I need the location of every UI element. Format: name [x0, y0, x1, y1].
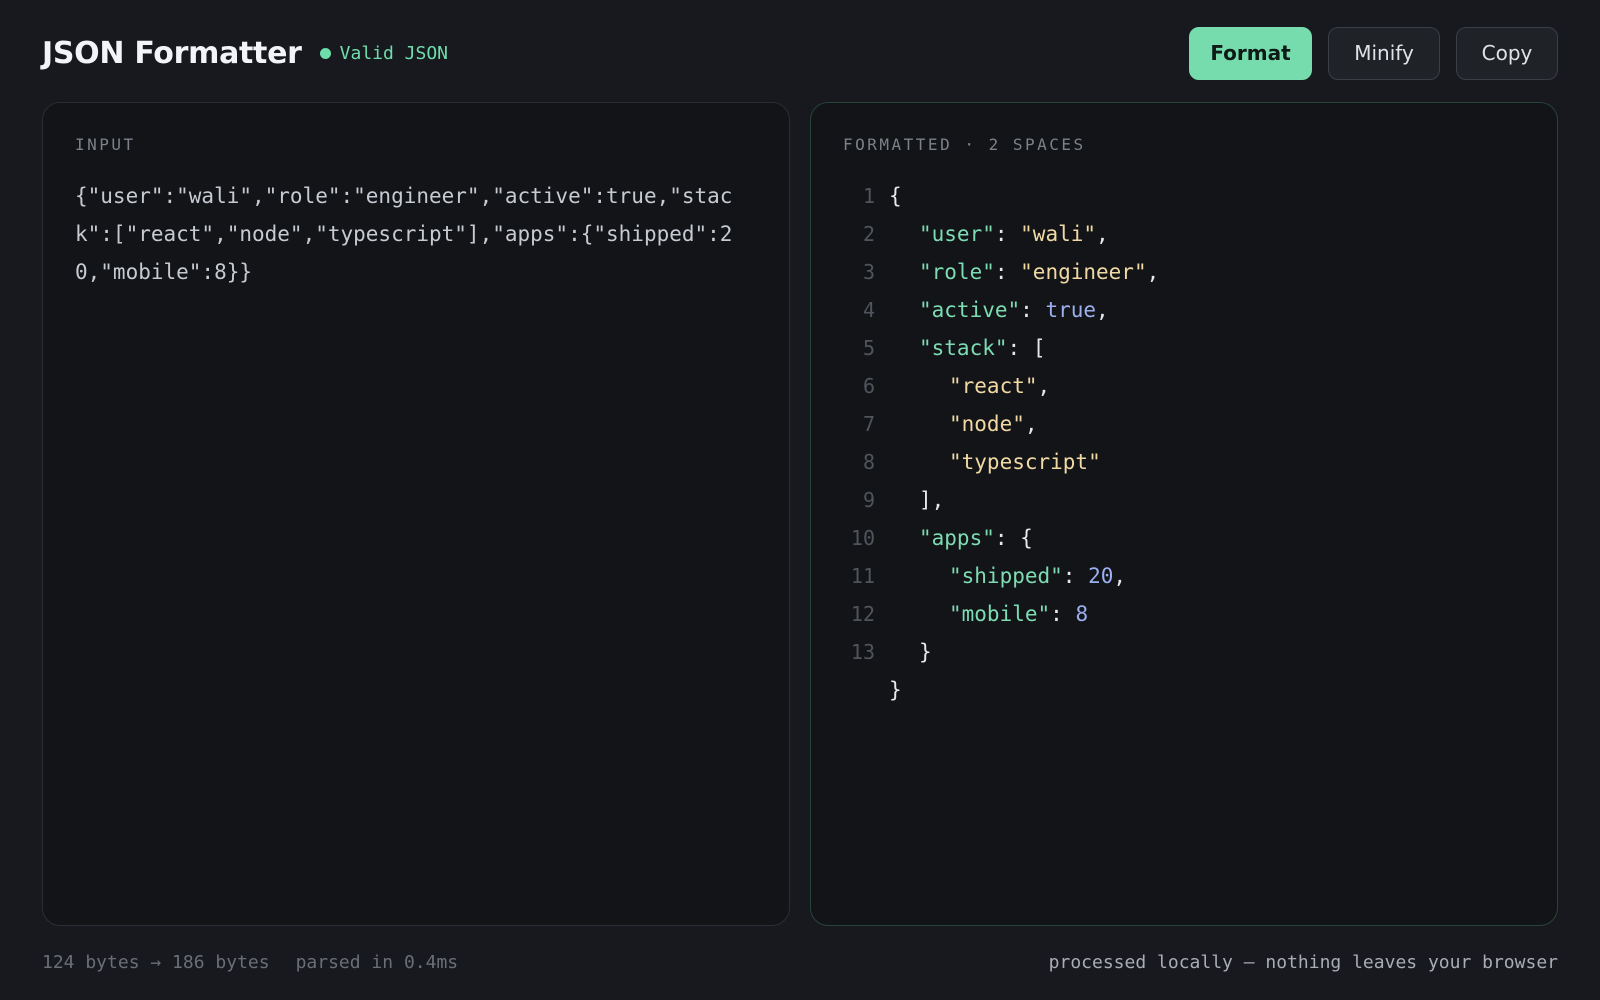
- format-button[interactable]: Format: [1189, 26, 1312, 80]
- json-bracket: ],: [919, 488, 945, 512]
- privacy-note: processed locally — nothing leaves your …: [1048, 951, 1558, 973]
- output-panel-label: FORMATTED · 2 SPACES: [843, 135, 1086, 154]
- json-bracket: [: [1032, 336, 1046, 360]
- code-line: 11 "shipped": 20,: [841, 557, 1159, 595]
- input-panel-label: INPUT: [75, 135, 136, 154]
- json-brace: }: [919, 640, 932, 664]
- line-number: 6: [862, 374, 875, 398]
- size-info: 124 bytes → 186 bytes: [42, 951, 270, 973]
- code-line: 10 "apps": {: [841, 519, 1159, 557]
- line-number: 11: [850, 564, 875, 588]
- json-string-value: "node": [949, 412, 1025, 436]
- code-line: 7 "node",: [841, 405, 1159, 443]
- code-line: 13 }: [841, 633, 1159, 671]
- line-number: 13: [850, 640, 875, 664]
- json-string-value: "wali": [1020, 222, 1097, 246]
- json-string-value: "typescript": [949, 450, 1101, 474]
- status-text: Valid JSON: [339, 42, 449, 64]
- json-key: "active": [919, 298, 1021, 322]
- json-string-value: "react": [949, 374, 1038, 398]
- code-line: 9 ],: [841, 481, 1159, 519]
- code-line: 12 "mobile": 8: [841, 595, 1159, 633]
- json-key: "shipped": [949, 564, 1063, 588]
- json-number-value: 8: [1075, 602, 1089, 626]
- line-number: 1: [862, 184, 875, 208]
- code-line: 5 "stack": [: [841, 329, 1159, 367]
- title-group: JSON Formatter Valid JSON: [42, 36, 448, 71]
- validity-status: Valid JSON: [319, 42, 449, 64]
- footer: 124 bytes → 186 bytes parsed in 0.4ms pr…: [42, 948, 1558, 976]
- json-key: "apps": [919, 526, 995, 550]
- json-key: "role": [919, 260, 995, 284]
- footer-stats: 124 bytes → 186 bytes parsed in 0.4ms: [42, 952, 458, 973]
- json-number-value: 20: [1088, 564, 1114, 588]
- copy-button[interactable]: Copy: [1456, 26, 1558, 80]
- line-number: 8: [862, 450, 875, 474]
- input-panel: INPUT {"user":"wali","role":"engineer","…: [42, 102, 790, 926]
- json-key: "user": [919, 222, 995, 246]
- json-brace: {: [889, 184, 902, 208]
- json-brace: }: [889, 678, 902, 702]
- app-title: JSON Formatter: [42, 35, 302, 71]
- json-key: "stack": [919, 336, 1008, 360]
- line-number: 9: [862, 488, 875, 512]
- minify-button[interactable]: Minify: [1328, 26, 1440, 80]
- json-key: "mobile": [949, 602, 1051, 626]
- output-panel: FORMATTED · 2 SPACES 1 { 2 "user": "wali…: [810, 102, 1558, 926]
- status-dot-icon: [319, 47, 331, 59]
- code-line: 6 "react",: [841, 367, 1159, 405]
- line-number: 4: [862, 298, 875, 322]
- header: JSON Formatter Valid JSON Format Minify …: [42, 26, 1558, 80]
- json-brace: {: [1020, 526, 1033, 550]
- line-number-empty: [841, 671, 875, 709]
- json-boolean-value: true: [1045, 298, 1097, 322]
- toolbar: Format Minify Copy: [1189, 26, 1558, 80]
- line-number: 5: [862, 336, 875, 360]
- json-string-value: "engineer": [1020, 260, 1147, 284]
- line-number: 3: [862, 260, 875, 284]
- code-line: 3 "role": "engineer",: [841, 253, 1159, 291]
- parse-time: parsed in 0.4ms: [295, 951, 459, 973]
- code-line: 4 "active": true,: [841, 291, 1159, 329]
- formatted-code[interactable]: 1 { 2 "user": "wali", 3 "role": "enginee…: [841, 177, 1159, 709]
- line-number: 7: [862, 412, 875, 436]
- line-number: 2: [862, 222, 875, 246]
- code-line: 1 {: [841, 177, 1159, 215]
- code-line: }: [841, 671, 1159, 709]
- code-line: 8 "typescript": [841, 443, 1159, 481]
- line-number: 12: [850, 602, 875, 626]
- line-number: 10: [850, 526, 875, 550]
- code-line: 2 "user": "wali",: [841, 215, 1159, 253]
- json-input-textarea[interactable]: {"user":"wali","role":"engineer","active…: [75, 177, 765, 291]
- json-formatter-app: JSON Formatter Valid JSON Format Minify …: [0, 0, 1600, 1000]
